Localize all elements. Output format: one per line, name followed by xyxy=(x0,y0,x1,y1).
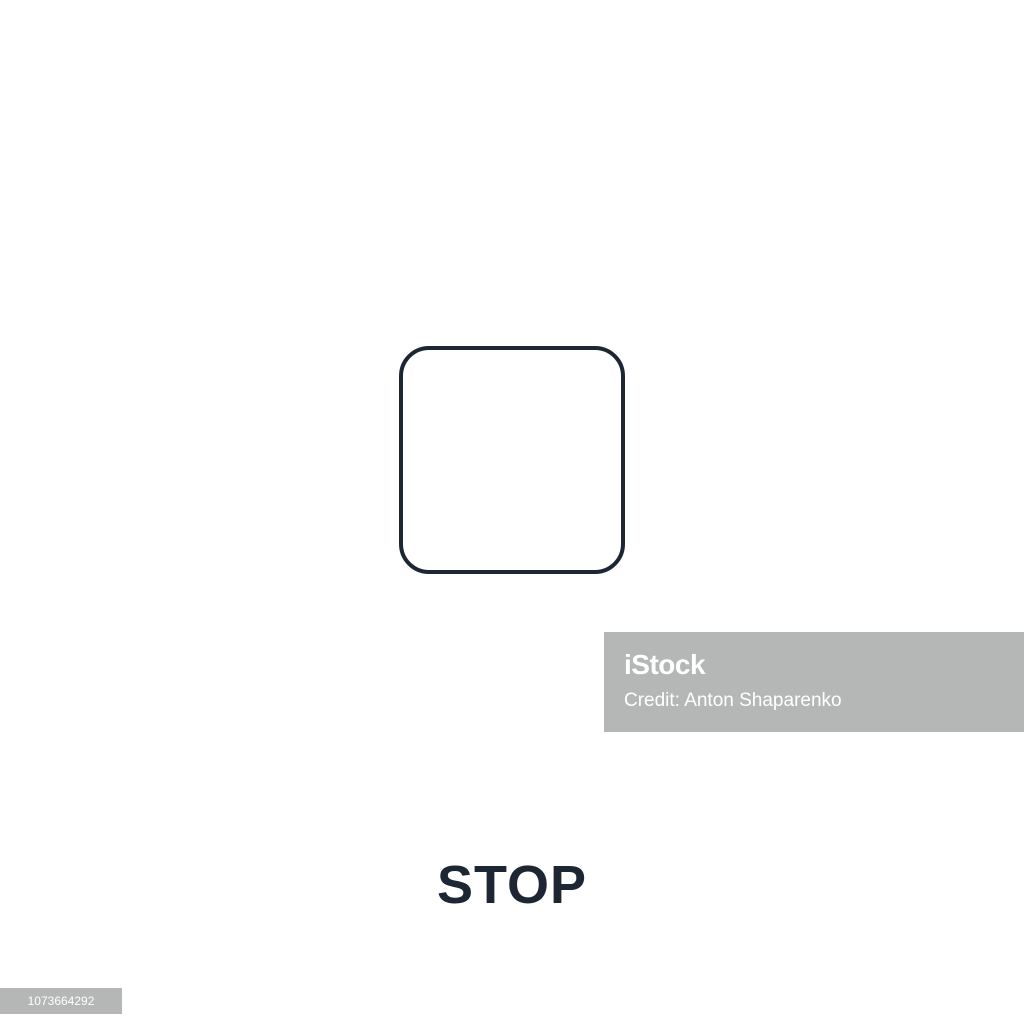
watermark-banner: iStock Credit: Anton Shaparenko xyxy=(604,632,1024,732)
watermark-credit: Credit: Anton Shaparenko xyxy=(624,690,842,711)
icon-title: STOP xyxy=(436,855,588,915)
canvas: STOP iStock Credit: Anton Shaparenko 107… xyxy=(0,0,1024,1024)
watermark-brand: iStock xyxy=(624,649,706,680)
stop-icon xyxy=(399,346,625,574)
stock-id-badge: 1073664292 xyxy=(0,988,122,1014)
